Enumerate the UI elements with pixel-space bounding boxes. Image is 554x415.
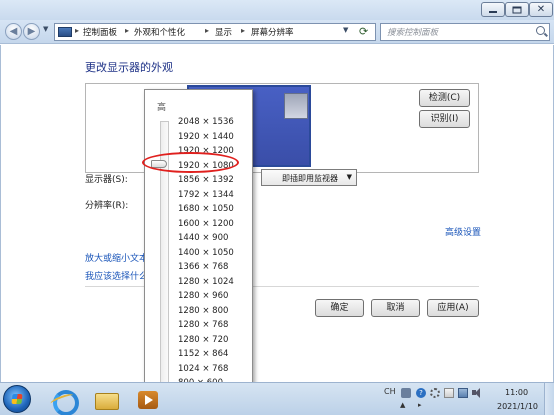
- file-explorer-icon[interactable]: [91, 386, 121, 413]
- apply-button[interactable]: 应用(A): [427, 299, 479, 317]
- breadcrumb-appearance[interactable]: 外观和个性化: [134, 26, 185, 38]
- language-indicator[interactable]: CH: [384, 387, 396, 396]
- resolution-option[interactable]: 1280 × 960: [178, 291, 228, 301]
- window-titlebar: ✕: [0, 0, 554, 20]
- minimize-button[interactable]: [481, 2, 505, 17]
- high-label: 高: [157, 103, 167, 113]
- monitor-screen-icon: [284, 93, 308, 119]
- text-size-link[interactable]: 放大或缩小文本: [85, 251, 148, 264]
- help-icon[interactable]: ?: [416, 388, 426, 398]
- which-settings-link[interactable]: 我应该选择什么: [85, 269, 148, 282]
- recent-pages-dropdown-icon[interactable]: ▼: [43, 25, 48, 33]
- tray-options-icon[interactable]: ▸: [418, 401, 422, 409]
- resolution-option[interactable]: 1280 × 720: [178, 335, 228, 345]
- breadcrumb-separator[interactable]: ▸: [241, 26, 245, 35]
- display-select[interactable]: 即插即用监视器 ▼: [261, 169, 357, 186]
- resolution-option[interactable]: 1856 × 1392: [178, 175, 234, 185]
- breadcrumb-separator[interactable]: ▸: [205, 26, 209, 35]
- address-dropdown-icon[interactable]: ▼: [343, 26, 348, 34]
- start-button[interactable]: [3, 385, 31, 413]
- maximize-icon: [512, 6, 522, 13]
- close-button[interactable]: ✕: [529, 2, 553, 17]
- breadcrumb-separator[interactable]: ▸: [125, 26, 129, 35]
- forward-button[interactable]: ▶: [23, 23, 40, 40]
- show-desktop-button[interactable]: [544, 383, 554, 415]
- display-label: 显示器(S):: [85, 175, 128, 185]
- close-icon: ✕: [536, 3, 546, 15]
- resolution-option[interactable]: 1440 × 900: [178, 233, 228, 243]
- advanced-settings-link[interactable]: 高级设置: [445, 225, 481, 238]
- navigation-bar: ◀ ▶ ▼ ▸ 控制面板 ▸ 外观和个性化 ▸ 显示 ▸ 屏幕分辨率 ▼ ⟳ 搜…: [0, 20, 554, 44]
- resolution-option[interactable]: 1366 × 768: [178, 262, 228, 272]
- selected-resolution-highlight: [142, 152, 239, 173]
- keyboard-icon[interactable]: [401, 388, 411, 398]
- identify-button[interactable]: 识别(I): [419, 110, 470, 128]
- refresh-icon[interactable]: ⟳: [359, 25, 368, 38]
- resolution-label: 分辨率(R):: [85, 201, 129, 211]
- action-center-flag-icon[interactable]: [444, 388, 454, 398]
- search-input[interactable]: 搜索控制面板: [380, 23, 550, 41]
- resolution-option[interactable]: 1400 × 1050: [178, 248, 234, 258]
- ok-button[interactable]: 确定: [315, 299, 364, 317]
- minimize-icon: [489, 10, 497, 13]
- resolution-option[interactable]: 1680 × 1050: [178, 204, 234, 214]
- resolution-option[interactable]: 1280 × 800: [178, 306, 228, 316]
- back-button[interactable]: ◀: [5, 23, 22, 40]
- breadcrumb-separator[interactable]: ▸: [75, 26, 79, 35]
- resolution-option[interactable]: 1600 × 1200: [178, 219, 234, 229]
- address-bar[interactable]: ▸ 控制面板 ▸ 外观和个性化 ▸ 显示 ▸ 屏幕分辨率 ▼ ⟳: [54, 23, 376, 41]
- breadcrumb-control-panel[interactable]: 控制面板: [83, 26, 117, 38]
- breadcrumb-display[interactable]: 显示: [215, 26, 232, 38]
- resolution-option[interactable]: 1920 × 1440: [178, 132, 234, 142]
- resolution-option[interactable]: 1152 × 864: [178, 349, 228, 359]
- cancel-button[interactable]: 取消: [371, 299, 420, 317]
- page-title: 更改显示器的外观: [85, 61, 173, 74]
- volume-icon[interactable]: [472, 388, 482, 398]
- resolution-option[interactable]: 1280 × 768: [178, 320, 228, 330]
- search-icon[interactable]: [536, 26, 545, 35]
- gear-icon[interactable]: [430, 388, 440, 398]
- maximize-button[interactable]: [505, 2, 529, 17]
- resolution-dropdown[interactable]: 高 低 2048 × 15361920 × 14401920 × 1200192…: [144, 89, 253, 413]
- search-placeholder: 搜索控制面板: [387, 28, 439, 38]
- show-hidden-icons-icon[interactable]: ▲: [400, 401, 405, 409]
- clock-date[interactable]: 2021/1/10: [497, 402, 538, 411]
- resolution-option[interactable]: 1280 × 1024: [178, 277, 234, 287]
- detect-button[interactable]: 检测(C): [419, 89, 470, 107]
- taskbar: CH ? ▲ ▸ 11:00 2021/1/10: [0, 382, 554, 415]
- control-panel-icon: [58, 27, 72, 37]
- resolution-option[interactable]: 1792 × 1344: [178, 190, 234, 200]
- media-player-icon[interactable]: [134, 386, 164, 413]
- main-content: 更改显示器的外观 检测(C) 识别(I) 显示器(S): 即插即用监视器 ▼ 分…: [0, 45, 554, 382]
- resolution-option[interactable]: 2048 × 1536: [178, 117, 234, 127]
- internet-explorer-icon[interactable]: [47, 386, 79, 415]
- resolution-option[interactable]: 1024 × 768: [178, 364, 228, 374]
- back-arrow-icon: ◀: [9, 26, 18, 37]
- network-icon[interactable]: [458, 388, 468, 398]
- display-select-value: 即插即用监视器: [282, 174, 338, 183]
- clock-time[interactable]: 11:00: [505, 388, 528, 397]
- chevron-down-icon: ▼: [346, 173, 352, 181]
- forward-arrow-icon: ▶: [27, 26, 36, 37]
- breadcrumb-screen-resolution[interactable]: 屏幕分辨率: [251, 26, 294, 38]
